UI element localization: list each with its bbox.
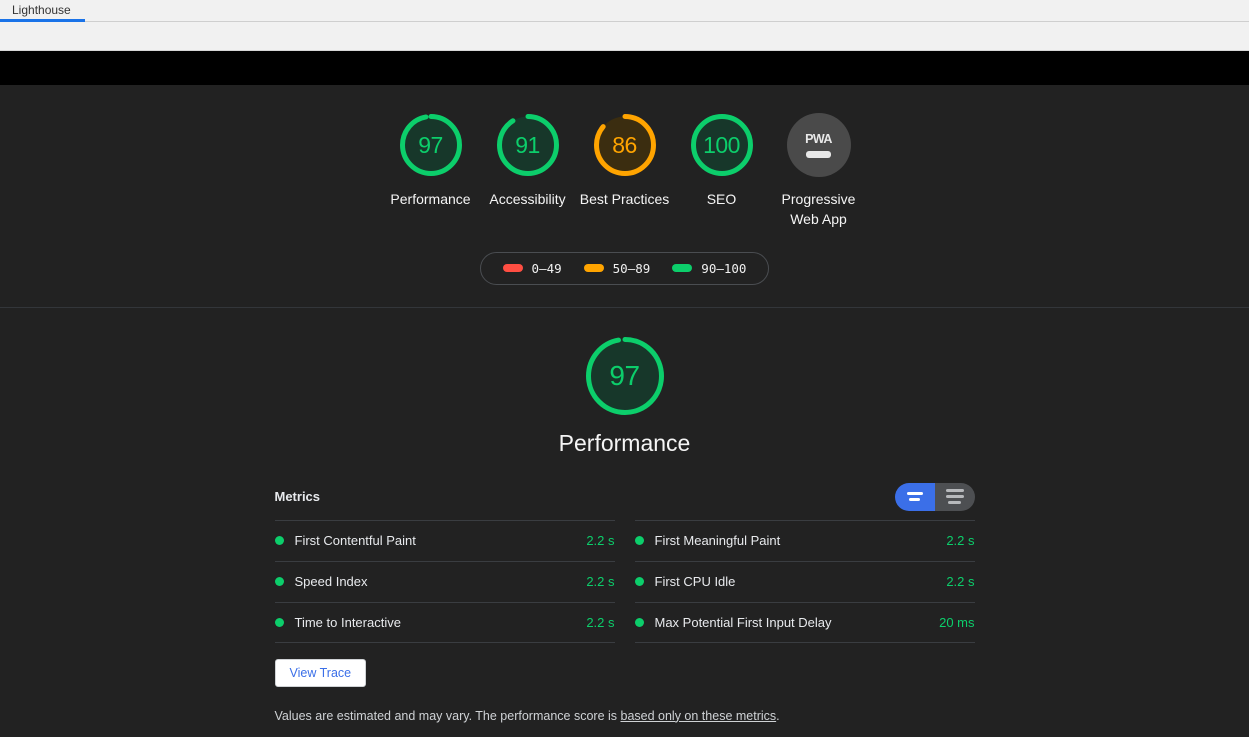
metric-row[interactable]: Max Potential First Input Delay 20 ms	[634, 601, 975, 643]
gauge-label: Progressive Web App	[781, 191, 856, 228]
toggle-simple-view[interactable]	[894, 482, 935, 511]
metrics-panel: Metrics First Contentful Paint 2.2 s Spe…	[274, 482, 975, 737]
lighthouse-report: 97 Performance 91 Accessibility 86 Best …	[0, 85, 1249, 737]
gauge-performance[interactable]: 97 Performance	[382, 113, 479, 209]
pwa-badge-bar	[806, 151, 831, 158]
gauge-seo[interactable]: 100 SEO	[673, 113, 770, 209]
metric-name: Time to Interactive	[294, 614, 401, 630]
metric-name: Speed Index	[294, 574, 368, 590]
gauge-circle: 86	[593, 113, 657, 177]
legend-item: 50–89	[583, 260, 651, 276]
gauge-circle: 100	[690, 113, 754, 177]
metric-row[interactable]: Time to Interactive 2.2 s	[274, 601, 615, 643]
legend-range: 50–89	[612, 260, 651, 276]
metric-status-icon	[274, 536, 284, 546]
metric-row[interactable]: First Contentful Paint 2.2 s	[274, 519, 615, 561]
metrics-note-prefix: Values are estimated and may vary. The p…	[274, 708, 621, 723]
metrics-panel-header: Metrics	[274, 482, 975, 520]
legend-swatch-icon	[502, 264, 523, 273]
gauge-best-practices[interactable]: 86 Best Practices	[576, 113, 673, 209]
category-header: 97 Performance	[0, 336, 1249, 457]
metrics-note-suffix: .	[776, 708, 780, 723]
metric-name: First CPU Idle	[654, 574, 736, 590]
gauge-circle: 97	[399, 113, 463, 177]
tab-lighthouse[interactable]: Lighthouse	[0, 0, 85, 22]
score-legend-wrap: 0–49 50–89 90–100	[0, 251, 1249, 285]
gauge-label: Performance	[390, 191, 471, 207]
list-compact-icon-line-1	[906, 492, 923, 496]
gauge-label: SEO	[706, 191, 737, 207]
metric-status-icon	[634, 536, 644, 546]
list-compact-icon-line-2	[909, 498, 920, 502]
metric-value: 20 ms	[939, 614, 975, 630]
legend-range: 0–49	[531, 260, 562, 276]
metric-value: 2.2 s	[586, 614, 615, 630]
metrics-column-right: First Meaningful Paint 2.2 s First CPU I…	[634, 519, 975, 643]
pwa-badge-icon: PWA	[786, 113, 851, 177]
tab-label: Lighthouse	[12, 3, 71, 17]
scores-header: 97 Performance 91 Accessibility 86 Best …	[0, 85, 1249, 308]
metrics-title: Metrics	[274, 489, 321, 505]
view-trace-button[interactable]: View Trace	[274, 658, 367, 687]
metrics-view-toggle[interactable]	[894, 482, 975, 511]
toggle-detail-view[interactable]	[934, 482, 975, 511]
metric-value: 2.2 s	[946, 574, 975, 590]
metric-row[interactable]: First CPU Idle 2.2 s	[634, 560, 975, 602]
category-performance: 97 Performance Metrics First Contentful …	[0, 308, 1249, 737]
metric-status-icon	[274, 617, 284, 627]
score-legend: 0–49 50–89 90–100	[479, 251, 770, 285]
devtools-tab-strip: Lighthouse	[0, 0, 1249, 22]
gauge-label: Best Practices	[579, 191, 670, 207]
gauge-score: 100	[703, 131, 740, 158]
metric-status-icon	[634, 577, 644, 587]
legend-item: 90–100	[672, 261, 746, 276]
gauge-score: 86	[612, 131, 637, 158]
metrics-column-left: First Contentful Paint 2.2 s Speed Index…	[274, 519, 615, 643]
legend-range: 90–100	[701, 260, 747, 276]
gauge-accessibility[interactable]: 91 Accessibility	[479, 113, 576, 209]
report-topbar	[0, 51, 1249, 85]
metric-value: 2.2 s	[586, 533, 615, 549]
legend-swatch-icon	[583, 264, 604, 273]
metric-status-icon	[634, 617, 644, 627]
gauges-row: 97 Performance 91 Accessibility 86 Best …	[0, 113, 1249, 230]
metric-status-icon	[274, 577, 284, 587]
category-gauge: 97	[585, 336, 665, 416]
gauge-score: 91	[515, 131, 540, 158]
gauge-score: 97	[418, 131, 443, 158]
view-trace-row: View Trace	[274, 658, 975, 687]
metric-name: Max Potential First Input Delay	[654, 614, 832, 630]
metric-value: 2.2 s	[586, 574, 615, 590]
metric-row[interactable]: First Meaningful Paint 2.2 s	[634, 519, 975, 561]
legend-item: 0–49	[502, 260, 562, 276]
metrics-note-link[interactable]: based only on these metrics	[621, 709, 777, 723]
metric-row[interactable]: Speed Index 2.2 s	[274, 560, 615, 602]
category-title: Performance	[558, 429, 691, 456]
gauge-label: Accessibility	[489, 191, 566, 207]
metrics-grid: First Contentful Paint 2.2 s Speed Index…	[274, 519, 975, 643]
legend-swatch-icon	[672, 264, 693, 273]
gauge-progressive-web-app[interactable]: PWA Progressive Web App	[770, 113, 867, 230]
metrics-note: Values are estimated and may vary. The p…	[275, 709, 975, 723]
pwa-badge-text: PWA	[805, 132, 832, 146]
metric-name: First Meaningful Paint	[654, 533, 781, 549]
category-score: 97	[609, 359, 640, 391]
list-expanded-icon-line-1	[945, 489, 964, 493]
devtools-toolbar	[0, 22, 1249, 51]
metric-value: 2.2 s	[946, 533, 975, 549]
metric-name: First Contentful Paint	[294, 533, 416, 549]
gauge-circle: 91	[496, 113, 560, 177]
list-expanded-icon-line-2	[945, 495, 964, 499]
list-expanded-icon-line-3	[948, 501, 961, 505]
